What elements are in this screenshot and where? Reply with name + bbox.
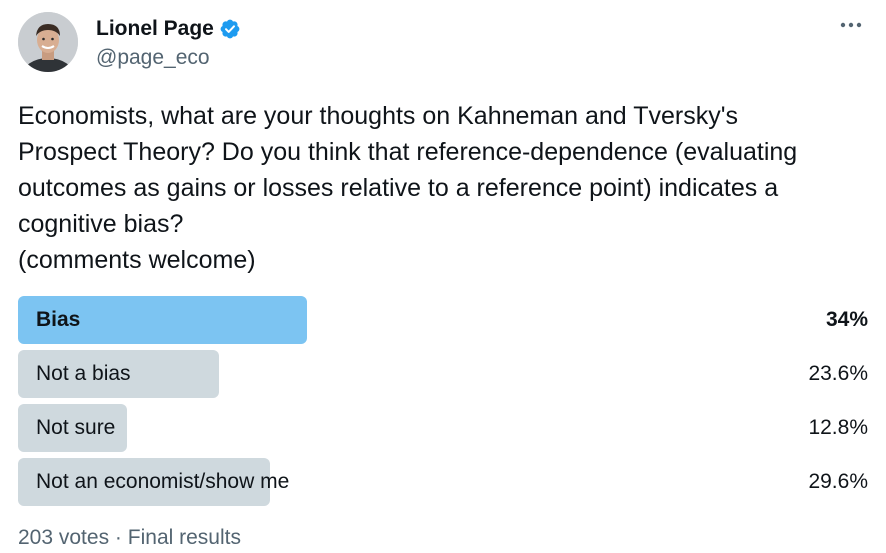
tweet-text-line: outcomes as gains or losses relative to … — [18, 174, 779, 202]
poll: Bias 34% Not a bias 23.6% Not sure 12.8%… — [18, 296, 868, 512]
poll-status: Final results — [127, 526, 241, 549]
handle[interactable]: @page_eco — [96, 46, 241, 70]
poll-option-label: Not a bias — [36, 362, 131, 385]
more-options-button[interactable] — [836, 14, 866, 36]
display-name-row: Lionel Page — [96, 16, 241, 42]
footer-separator: · — [114, 526, 122, 549]
profile-photo-icon — [18, 12, 78, 72]
poll-option-percent: 29.6% — [808, 470, 868, 493]
display-name[interactable]: Lionel Page — [96, 17, 214, 41]
tweet-text: Economists, what are your thoughts on Ka… — [18, 98, 868, 278]
poll-option[interactable]: Bias 34% — [18, 296, 868, 344]
poll-option-label: Bias — [36, 308, 81, 331]
avatar[interactable] — [18, 12, 78, 72]
vote-count: 203 votes — [18, 526, 110, 549]
poll-option-label: Not an economist/show me — [36, 470, 290, 493]
tweet-header: Lionel Page @page_eco — [18, 12, 868, 74]
poll-option[interactable]: Not a bias 23.6% — [18, 350, 868, 398]
poll-option[interactable]: Not an economist/show me 29.6% — [18, 458, 868, 506]
tweet-text-line: (comments welcome) — [18, 246, 256, 274]
poll-option-percent: 34% — [825, 308, 868, 331]
tweet-text-line: Prospect Theory? Do you think that refer… — [18, 138, 798, 166]
poll-option-percent: 12.8% — [808, 416, 868, 439]
poll-option-percent: 23.6% — [808, 362, 868, 385]
verified-badge-icon[interactable] — [219, 18, 241, 40]
poll-footer: 203 votes · Final results — [18, 526, 241, 550]
more-options-icon — [840, 22, 862, 28]
author-block: Lionel Page @page_eco — [96, 16, 241, 70]
tweet-text-line: cognitive bias? — [18, 210, 184, 238]
poll-option[interactable]: Not sure 12.8% — [18, 404, 868, 452]
tweet-text-line: Economists, what are your thoughts on Ka… — [18, 102, 738, 130]
poll-option-label: Not sure — [36, 416, 116, 439]
